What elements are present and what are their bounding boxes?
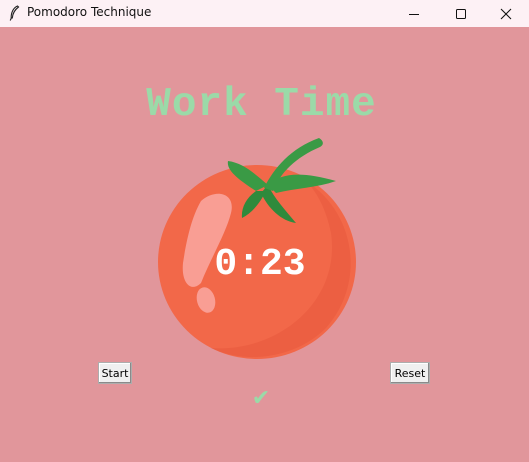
mode-heading: Work Time	[146, 82, 377, 128]
start-button[interactable]: Start	[98, 362, 132, 384]
close-icon	[500, 8, 512, 19]
minimize-button[interactable]	[391, 0, 437, 27]
window-title: Pomodoro Technique	[27, 5, 152, 19]
feather-icon	[9, 5, 20, 21]
app-window: Pomodoro Technique Work Time 0:23 Start …	[0, 0, 529, 462]
minimize-icon	[409, 13, 419, 15]
maximize-button[interactable]	[438, 0, 484, 27]
session-check-marks: ✔	[251, 386, 271, 411]
timer-display: 0:23	[214, 243, 306, 286]
reset-button[interactable]: Reset	[390, 362, 430, 384]
maximize-icon	[456, 8, 466, 19]
close-button[interactable]	[483, 0, 529, 27]
title-bar[interactable]: Pomodoro Technique	[0, 0, 529, 27]
